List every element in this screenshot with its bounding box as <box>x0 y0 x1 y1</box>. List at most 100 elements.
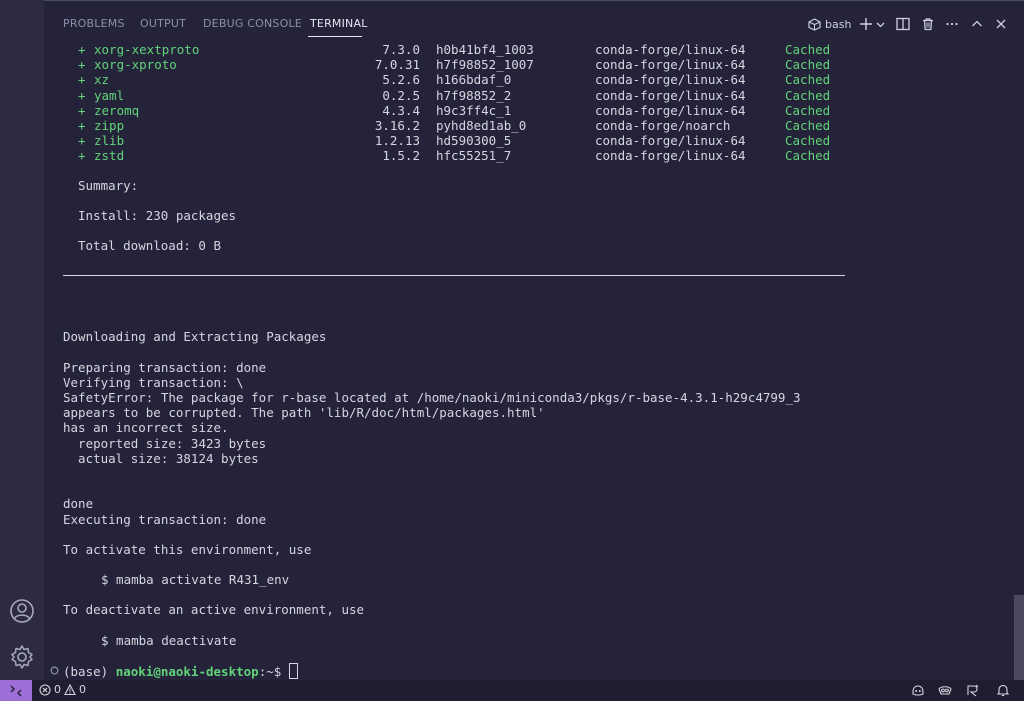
package-version: 5.2.6 <box>382 72 420 88</box>
terminal-scrollbar[interactable] <box>1014 595 1024 680</box>
panel-tabs: PROBLEMS OUTPUT DEBUG CONSOLE TERMINAL b… <box>44 0 1024 41</box>
tab-problems[interactable]: PROBLEMS <box>63 17 125 30</box>
notifications-bell-icon[interactable] <box>996 683 1010 697</box>
package-status: Cached <box>785 72 831 88</box>
split-icon <box>896 17 910 31</box>
package-status: Cached <box>785 133 831 149</box>
package-version: 1.2.13 <box>374 133 420 149</box>
package-prefix: + <box>78 148 86 164</box>
package-status: Cached <box>785 87 831 103</box>
summary-heading: Summary: <box>78 178 139 193</box>
package-row: + yaml 0.2.5 h7f98852_2 conda-forge/linux-64… <box>44 88 944 103</box>
feedback-icon[interactable] <box>966 683 980 697</box>
terminal-shell-icon <box>808 17 821 31</box>
tab-terminal[interactable]: TERMINAL <box>310 17 368 30</box>
package-version: 4.3.4 <box>382 102 420 118</box>
package-build: h7f98852_1007 <box>436 57 534 73</box>
more-actions-button[interactable] <box>944 15 960 33</box>
ellipsis-icon <box>946 22 958 26</box>
terminal-output[interactable]: + xorg-xextproto 7.3.0 h0b41bf4_1003 conda-f… <box>44 40 984 680</box>
package-row: + zstd 1.5.2 hfc55251_7 conda-forge/linux-64… <box>44 148 944 163</box>
package-row: + zeromq 4.3.4 h9c3ff4c_1 conda-forge/linux-… <box>44 103 944 118</box>
close-icon <box>996 19 1006 29</box>
chevron-up-icon <box>972 20 982 27</box>
package-channel: conda-forge/linux-64 <box>595 148 746 164</box>
problems-status[interactable]: 0 0 <box>39 683 86 696</box>
shell-selector[interactable]: bash <box>808 15 852 33</box>
package-status: Cached <box>785 57 831 73</box>
tab-output[interactable]: OUTPUT <box>140 17 186 30</box>
package-build: h9c3ff4c_1 <box>436 102 512 118</box>
new-terminal-button[interactable] <box>858 15 874 33</box>
package-prefix: + <box>78 57 86 73</box>
output-line: Executing transaction: done <box>63 512 267 527</box>
package-build: h0b41bf4_1003 <box>436 42 534 57</box>
summary-install: Install: 230 packages <box>78 208 237 223</box>
error-count: 0 <box>54 683 61 696</box>
output-line: done <box>63 496 94 511</box>
package-build: h7f98852_2 <box>436 87 512 103</box>
error-icon <box>39 683 51 696</box>
prompt-user-host: naoki@naoki-desktop <box>115 664 259 679</box>
package-prefix: + <box>78 42 86 57</box>
package-version: 0.2.5 <box>382 87 420 103</box>
output-line: Preparing transaction: done <box>63 360 267 375</box>
package-name: xorg-xextproto <box>94 42 200 57</box>
remote-indicator-button[interactable] <box>0 680 32 701</box>
terminal-panel: PROBLEMS OUTPUT DEBUG CONSOLE TERMINAL b… <box>44 0 1024 680</box>
package-channel: conda-forge/linux-64 <box>595 87 746 103</box>
package-name: xorg-xproto <box>94 57 177 73</box>
package-channel: conda-forge/linux-64 <box>595 42 746 57</box>
maximize-panel-button[interactable] <box>969 15 985 33</box>
package-status: Cached <box>785 42 831 57</box>
activity-bar <box>0 0 45 680</box>
kill-terminal-button[interactable] <box>920 15 936 33</box>
split-terminal-button[interactable] <box>895 15 911 33</box>
package-row: + xorg-xproto 7.0.31 h7f98852_1007 conda-for… <box>44 57 944 72</box>
package-prefix: + <box>78 72 86 88</box>
package-name: zstd <box>94 148 125 164</box>
live-share-icon[interactable] <box>938 683 952 697</box>
command-decoration-icon[interactable] <box>50 666 59 675</box>
close-panel-button[interactable] <box>993 15 1009 33</box>
package-prefix: + <box>78 102 86 118</box>
package-status: Cached <box>785 102 831 118</box>
prompt-line[interactable]: (base) naoki@naoki-desktop:~$ <box>63 663 298 679</box>
output-line: Verifying transaction: \ <box>63 375 244 390</box>
package-prefix: + <box>78 133 86 149</box>
prompt-env: (base) <box>63 664 109 679</box>
package-build: hfc55251_7 <box>436 148 512 164</box>
package-name: yaml <box>94 87 125 103</box>
package-build: pyhd8ed1ab_0 <box>436 118 527 133</box>
package-status: Cached <box>785 118 831 133</box>
tab-debug-console[interactable]: DEBUG CONSOLE <box>203 17 302 30</box>
error-line: has an incorrect size. <box>63 420 229 435</box>
settings-gear-icon[interactable] <box>9 644 35 670</box>
shell-label: bash <box>825 17 852 31</box>
terminal-dropdown-button[interactable] <box>875 15 885 33</box>
package-version: 1.5.2 <box>382 148 420 164</box>
separator-line <box>63 275 845 276</box>
trash-icon <box>923 18 933 31</box>
package-version: 7.0.31 <box>374 57 420 73</box>
error-detail: actual size: 38124 bytes <box>63 451 259 466</box>
package-name: zipp <box>94 118 125 133</box>
output-line: Downloading and Extracting Packages <box>63 329 327 344</box>
package-build: hd590300_5 <box>436 133 512 149</box>
output-line: To deactivate an active environment, use <box>63 602 365 617</box>
package-prefix: + <box>78 118 86 133</box>
package-channel: conda-forge/linux-64 <box>595 102 746 118</box>
error-detail: reported size: 3423 bytes <box>63 436 267 451</box>
warning-icon <box>64 683 76 695</box>
warning-count: 0 <box>79 683 86 696</box>
package-row: + xz 5.2.6 h166bdaf_0 conda-forge/linux-64 Ca… <box>44 72 944 87</box>
error-line: SafetyError: The package for r-base loca… <box>63 390 801 405</box>
account-icon[interactable] <box>9 598 35 624</box>
command-line: $ mamba activate R431_env <box>101 572 290 587</box>
package-status: Cached <box>785 148 831 164</box>
package-name: xz <box>94 72 110 88</box>
package-name: zeromq <box>94 102 140 118</box>
copilot-icon[interactable] <box>911 683 925 697</box>
package-row: + xorg-xextproto 7.3.0 h0b41bf4_1003 conda-f… <box>44 42 944 57</box>
package-build: h166bdaf_0 <box>436 72 512 88</box>
